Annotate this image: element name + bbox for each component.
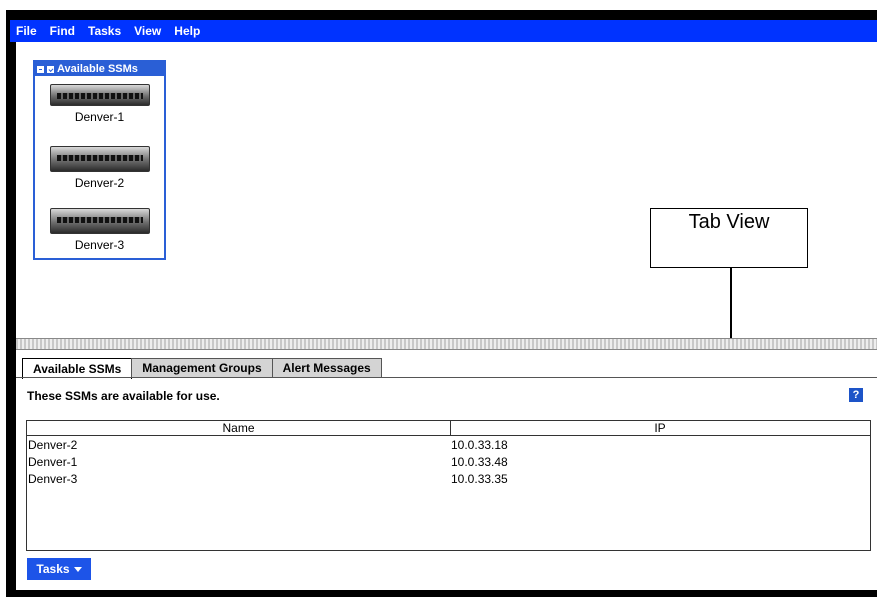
cell-ip: 10.0.33.48	[451, 454, 508, 469]
help-icon[interactable]: ?	[849, 388, 863, 402]
column-header-ip[interactable]: IP	[451, 421, 869, 435]
column-header-name[interactable]: Name	[27, 421, 451, 435]
panel-description: These SSMs are available for use.	[27, 389, 220, 403]
tasks-button-label: Tasks	[36, 562, 70, 576]
server-icon	[49, 84, 150, 106]
server-label: Denver-3	[74, 238, 125, 252]
server-node-denver-3[interactable]: Denver-3	[35, 208, 164, 252]
menu-help[interactable]: Help	[168, 24, 207, 38]
server-label: Denver-2	[74, 176, 125, 190]
menu-file[interactable]: File	[10, 24, 44, 38]
cell-ip: 10.0.33.18	[451, 437, 508, 452]
tab-strip: Available SSMs Management Groups Alert M…	[22, 358, 382, 379]
table-row[interactable]: Denver-3 10.0.33.35	[27, 470, 870, 487]
server-label: Denver-1	[74, 110, 125, 124]
table-row[interactable]: Denver-1 10.0.33.48	[27, 453, 870, 470]
table-header: Name IP	[27, 421, 870, 436]
cell-ip: 10.0.33.35	[451, 471, 508, 486]
server-node-denver-2[interactable]: Denver-2	[35, 146, 164, 190]
tab-underline	[16, 377, 877, 378]
tab-management-groups[interactable]: Management Groups	[131, 358, 273, 377]
cell-name: Denver-3	[28, 471, 78, 486]
cell-name: Denver-1	[28, 454, 78, 469]
tab-alert-messages[interactable]: Alert Messages	[271, 358, 382, 377]
menu-tasks[interactable]: Tasks	[82, 24, 128, 38]
ssm-table: Name IP Denver-2 10.0.33.18 Denver-1 10.…	[26, 420, 871, 551]
tab-view-callout: Tab View	[650, 208, 808, 268]
table-row[interactable]: Denver-2 10.0.33.18	[27, 436, 870, 453]
menu-find[interactable]: Find	[44, 24, 82, 38]
pane-splitter[interactable]	[16, 338, 877, 350]
available-ssms-map: Available SSMs Denver-1 Denver-2 Denver-…	[33, 60, 166, 260]
server-node-denver-1[interactable]: Denver-1	[35, 84, 164, 124]
map-title-bar: Available SSMs	[35, 62, 164, 76]
tab-available-ssms[interactable]: Available SSMs	[22, 358, 133, 379]
tasks-button[interactable]: Tasks	[27, 558, 91, 580]
collapse-icon[interactable]	[37, 65, 44, 73]
server-icon	[49, 146, 150, 172]
menu-bar: File Find Tasks View Help	[10, 20, 877, 42]
menu-view[interactable]: View	[128, 24, 168, 38]
map-title: Available SSMs	[57, 63, 138, 75]
checkbox-icon[interactable]	[47, 65, 54, 73]
cell-name: Denver-2	[28, 437, 78, 452]
caret-down-icon	[73, 566, 82, 572]
server-icon	[49, 208, 150, 234]
